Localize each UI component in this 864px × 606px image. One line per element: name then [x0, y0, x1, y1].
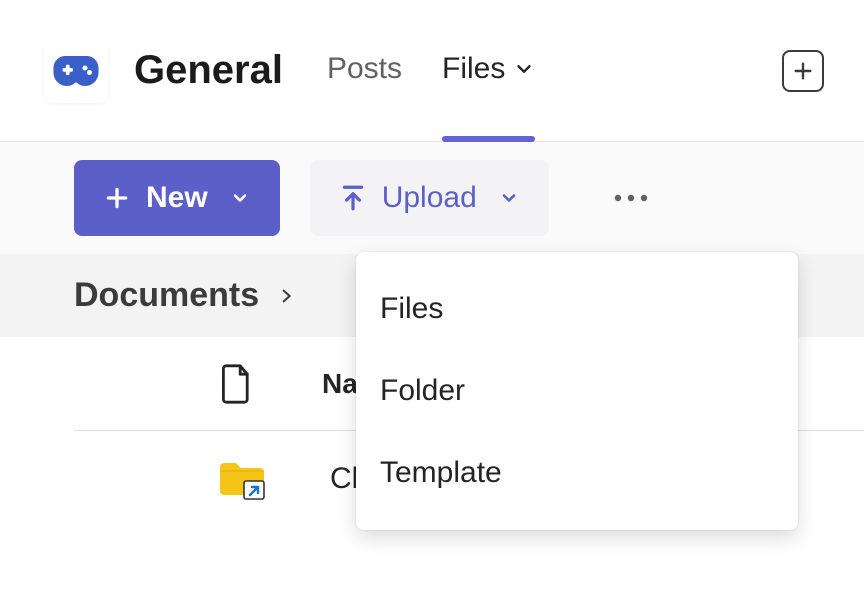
tab-active-indicator: [442, 136, 535, 142]
upload-icon: [340, 183, 366, 213]
plus-icon: [104, 185, 130, 211]
file-row-icon-cell: [214, 457, 270, 501]
chevron-down-icon: [499, 188, 519, 208]
chevron-down-icon: [230, 188, 250, 208]
upload-dropdown-files[interactable]: Files: [356, 268, 798, 350]
add-tab-button[interactable]: [782, 50, 824, 92]
upload-dropdown: Files Folder Template: [356, 252, 798, 530]
breadcrumb-root[interactable]: Documents: [74, 276, 259, 315]
tab-files[interactable]: Files: [442, 0, 535, 141]
upload-button[interactable]: Upload: [310, 160, 549, 236]
channel-header: General Posts Files: [0, 0, 864, 142]
upload-button-label: Upload: [382, 181, 477, 215]
chevron-down-icon: [513, 58, 535, 80]
chevron-right-icon: [277, 282, 295, 310]
gamepad-icon: [52, 52, 100, 90]
upload-dropdown-template[interactable]: Template: [356, 432, 798, 514]
plus-icon: [792, 60, 814, 82]
column-header-type-icon[interactable]: [214, 363, 258, 405]
tab-files-label: Files: [442, 52, 505, 86]
upload-dropdown-folder[interactable]: Folder: [356, 350, 798, 432]
more-actions-button[interactable]: [609, 160, 653, 236]
team-avatar: [44, 39, 108, 103]
new-button[interactable]: New: [74, 160, 280, 236]
tab-posts[interactable]: Posts: [327, 0, 402, 141]
tab-list: Posts Files: [327, 0, 535, 141]
folder-shortcut-icon: [217, 457, 267, 501]
ellipsis-icon: [613, 193, 649, 203]
new-button-label: New: [146, 181, 208, 215]
file-icon: [219, 363, 253, 405]
channel-name: General: [134, 48, 283, 93]
tab-posts-label: Posts: [327, 52, 402, 86]
files-toolbar: New Upload: [0, 142, 864, 254]
